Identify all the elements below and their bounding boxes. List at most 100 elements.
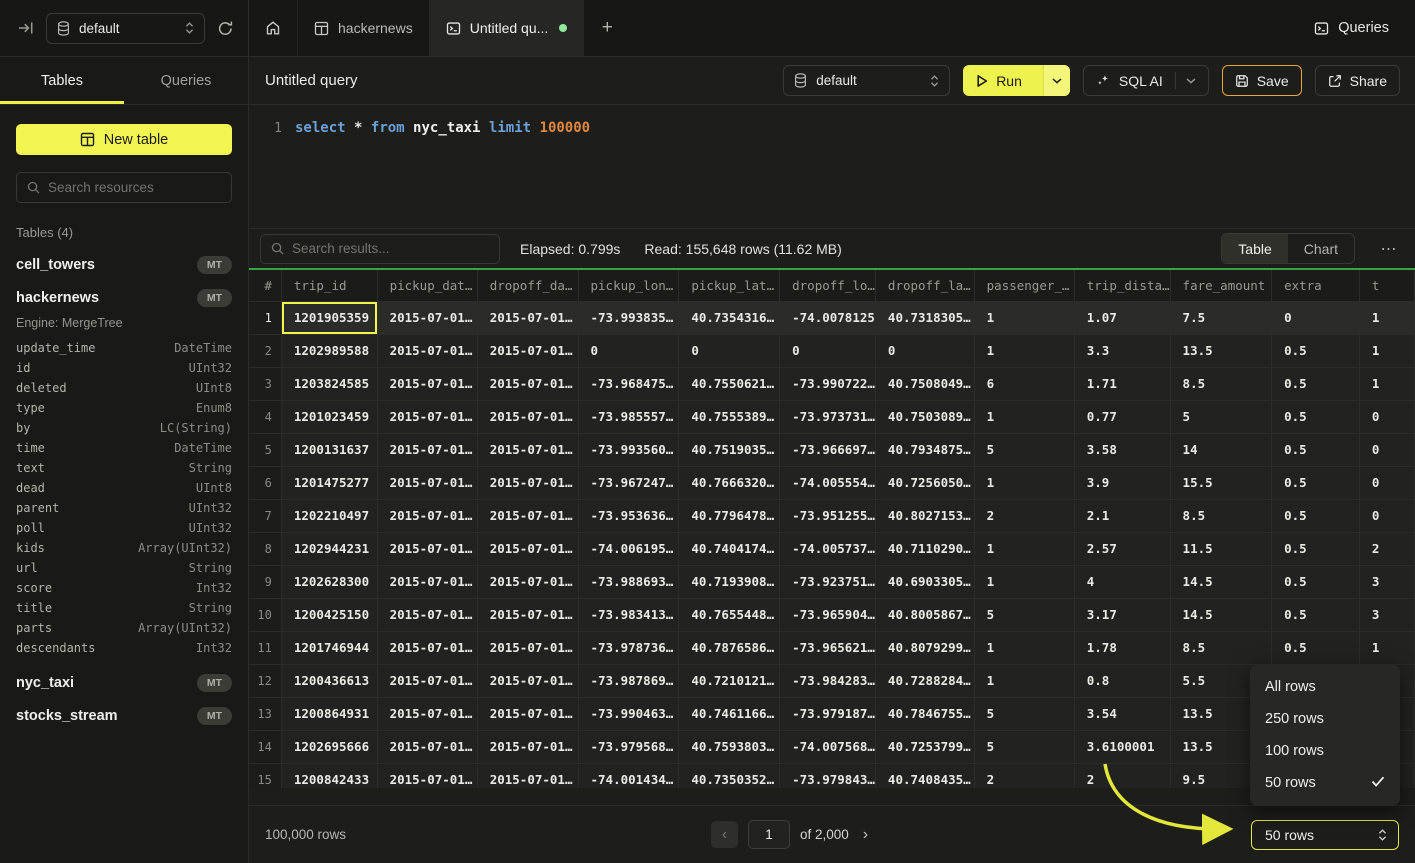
table-cell[interactable]: 40.7846755…	[875, 697, 974, 730]
table-cell[interactable]: 3.17	[1074, 598, 1170, 631]
table-cell[interactable]: 0	[875, 334, 974, 367]
column-header[interactable]: pickup_lat…	[679, 270, 780, 301]
table-cell[interactable]: 2015-07-01…	[477, 631, 578, 664]
table-cell[interactable]: 8.5	[1170, 499, 1272, 532]
table-cell[interactable]: 0.5	[1272, 433, 1360, 466]
table-cell[interactable]: 40.7555389…	[679, 400, 780, 433]
table-cell[interactable]: -73.984283…	[780, 664, 876, 697]
table-cell[interactable]: 2015-07-01…	[377, 730, 477, 763]
table-cell[interactable]: 1201475277	[281, 466, 377, 499]
table-cell[interactable]: 2015-07-01…	[477, 664, 578, 697]
table-cell[interactable]: 40.7253799…	[875, 730, 974, 763]
table-cell[interactable]: 2015-07-01…	[377, 466, 477, 499]
new-table-button[interactable]: New table	[16, 124, 232, 155]
sidebar-tab-queries[interactable]: Queries	[124, 57, 248, 104]
table-cell[interactable]: 1	[974, 301, 1074, 334]
save-button[interactable]: Save	[1222, 65, 1302, 96]
column-header[interactable]: #	[249, 270, 281, 301]
table-cell[interactable]: 1	[1359, 631, 1414, 664]
table-cell[interactable]: 1201905359	[281, 301, 377, 334]
table-cell[interactable]: -74.001434…	[578, 763, 679, 788]
table-cell[interactable]: 40.7193908…	[679, 565, 780, 598]
table-cell[interactable]: -73.990722…	[780, 367, 876, 400]
table-cell[interactable]: -73.951255…	[780, 499, 876, 532]
table-cell[interactable]: -73.979568…	[578, 730, 679, 763]
sidebar-tab-tables[interactable]: Tables	[0, 57, 124, 104]
new-tab-button[interactable]: +	[584, 0, 630, 56]
table-cell[interactable]: 1202210497	[281, 499, 377, 532]
table-cell[interactable]: 2015-07-01…	[377, 664, 477, 697]
table-cell[interactable]: -73.973731…	[780, 400, 876, 433]
table-cell[interactable]: 7.5	[1170, 301, 1272, 334]
tab-untitled-query[interactable]: Untitled qu...	[430, 0, 585, 56]
table-cell[interactable]: 40.7593803…	[679, 730, 780, 763]
view-toggle-chart[interactable]: Chart	[1288, 234, 1354, 263]
table-cell[interactable]: 2015-07-01…	[477, 598, 578, 631]
table-cell[interactable]: 1	[974, 664, 1074, 697]
table-cell[interactable]: 40.8005867…	[875, 598, 974, 631]
table-cell[interactable]: 1202695666	[281, 730, 377, 763]
run-options-caret[interactable]	[1043, 65, 1070, 96]
table-cell[interactable]: 0	[1359, 499, 1414, 532]
table-cell[interactable]: 1200131637	[281, 433, 377, 466]
table-cell[interactable]: 2015-07-01…	[377, 532, 477, 565]
table-cell[interactable]: -73.953636…	[578, 499, 679, 532]
table-cell[interactable]: 2015-07-01…	[477, 433, 578, 466]
table-cell[interactable]: 3.58	[1074, 433, 1170, 466]
table-cell[interactable]: 1	[974, 466, 1074, 499]
table-cell[interactable]: 40.7408435…	[875, 763, 974, 788]
table-cell[interactable]: 1201746944	[281, 631, 377, 664]
table-cell[interactable]: 13.5	[1170, 334, 1272, 367]
table-cell[interactable]: 2015-07-01…	[377, 598, 477, 631]
column-header[interactable]: passenger_…	[974, 270, 1074, 301]
collapse-sidebar-icon[interactable]	[18, 21, 34, 35]
table-cell[interactable]: 1	[974, 532, 1074, 565]
table-cell[interactable]: 2015-07-01…	[377, 763, 477, 788]
table-cell[interactable]: 40.7508049…	[875, 367, 974, 400]
table-cell[interactable]: 40.7666320…	[679, 466, 780, 499]
table-cell[interactable]: 5	[974, 697, 1074, 730]
table-cell[interactable]: 0	[1359, 466, 1414, 499]
table-cell[interactable]: 40.7354316…	[679, 301, 780, 334]
tab-home[interactable]	[249, 0, 298, 56]
table-cell[interactable]: 0.5	[1272, 499, 1360, 532]
sidebar-table-hackernews[interactable]: hackernews MT	[0, 281, 248, 314]
table-cell[interactable]: 0	[780, 334, 876, 367]
queries-link[interactable]: Queries	[1314, 0, 1415, 56]
table-cell[interactable]: -74.005554…	[780, 466, 876, 499]
table-cell[interactable]: -73.993560…	[578, 433, 679, 466]
table-cell[interactable]: 8.5	[1170, 631, 1272, 664]
table-cell[interactable]: 1200864931	[281, 697, 377, 730]
table-cell[interactable]: 8.5	[1170, 367, 1272, 400]
table-cell[interactable]: -73.966697…	[780, 433, 876, 466]
column-header[interactable]: dropoff_da…	[477, 270, 578, 301]
table-cell[interactable]: 0.5	[1272, 400, 1360, 433]
table-cell[interactable]: 2015-07-01…	[377, 334, 477, 367]
table-cell[interactable]: 0.5	[1272, 532, 1360, 565]
table-cell[interactable]: -73.968475…	[578, 367, 679, 400]
table-cell[interactable]: 3.6100001	[1074, 730, 1170, 763]
table-cell[interactable]: 1	[1359, 367, 1414, 400]
table-cell[interactable]: 40.7404174…	[679, 532, 780, 565]
column-header[interactable]: t	[1359, 270, 1414, 301]
table-cell[interactable]: 1203824585	[281, 367, 377, 400]
view-toggle-table[interactable]: Table	[1222, 234, 1287, 263]
table-cell[interactable]: 2015-07-01…	[377, 499, 477, 532]
share-button[interactable]: Share	[1315, 65, 1400, 96]
table-cell[interactable]: 2015-07-01…	[477, 565, 578, 598]
table-cell[interactable]: 2.1	[1074, 499, 1170, 532]
table-cell[interactable]: 5	[974, 730, 1074, 763]
table-cell[interactable]: 40.8079299…	[875, 631, 974, 664]
table-cell[interactable]: 1.78	[1074, 631, 1170, 664]
query-database-selector[interactable]: default	[783, 65, 950, 96]
table-cell[interactable]: 0.77	[1074, 400, 1170, 433]
table-cell[interactable]: 1202628300	[281, 565, 377, 598]
table-cell[interactable]: -73.987869…	[578, 664, 679, 697]
table-cell[interactable]: 5	[974, 598, 1074, 631]
page-size-option[interactable]: 50 rows	[1250, 767, 1400, 799]
table-cell[interactable]: 0	[1359, 433, 1414, 466]
table-cell[interactable]: 3.3	[1074, 334, 1170, 367]
table-cell[interactable]: -74.007568…	[780, 730, 876, 763]
refresh-icon[interactable]	[217, 20, 234, 37]
table-cell[interactable]: 4	[1074, 565, 1170, 598]
